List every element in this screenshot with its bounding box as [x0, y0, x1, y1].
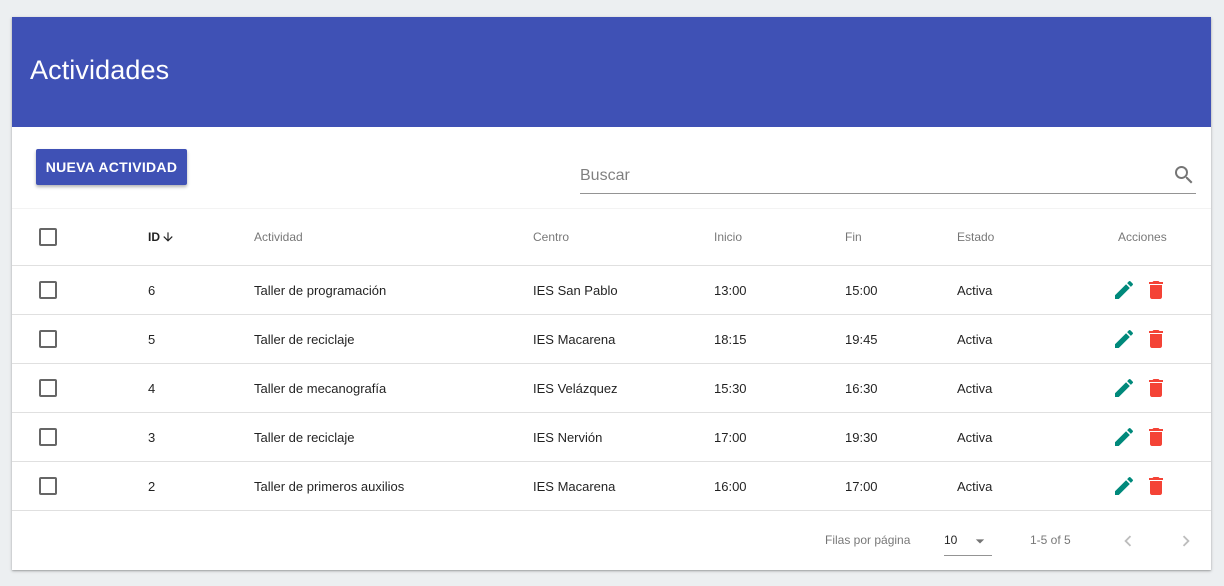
cell-estado: Activa	[957, 331, 993, 347]
caret-down-icon	[975, 539, 985, 544]
pencil-icon[interactable]	[1112, 327, 1136, 351]
cell-id: 3	[148, 429, 156, 445]
cell-actividad: Taller de primeros auxilios	[254, 478, 405, 494]
cell-fin: 19:30	[845, 429, 878, 445]
chevron-left-icon	[1124, 535, 1132, 547]
cell-estado: Activa	[957, 429, 993, 445]
row-actions	[1112, 376, 1168, 400]
table-row: 2 Taller de primeros auxilios IES Macare…	[12, 462, 1211, 511]
cell-fin: 16:30	[845, 380, 878, 396]
column-header-id-label: ID	[148, 230, 160, 244]
trash-icon[interactable]	[1144, 376, 1168, 400]
row-actions	[1112, 327, 1168, 351]
previous-page-button[interactable]	[1114, 527, 1142, 555]
new-activity-button[interactable]: NUEVA ACTIVIDAD	[36, 149, 187, 185]
column-header-acciones: Acciones	[1118, 230, 1167, 244]
cell-inicio: 18:15	[714, 331, 747, 347]
column-header-actividad[interactable]: Actividad	[254, 209, 303, 265]
cell-centro: IES Nervión	[533, 429, 603, 445]
pencil-icon[interactable]	[1112, 425, 1136, 449]
cell-actividad: Taller de reciclaje	[254, 429, 355, 445]
card-header: Actividades	[12, 17, 1211, 127]
rows-per-page-value: 10	[944, 533, 958, 547]
table-row: 6 Taller de programación IES San Pablo 1…	[12, 266, 1211, 315]
row-checkbox[interactable]	[39, 330, 57, 348]
trash-icon[interactable]	[1144, 278, 1168, 302]
cell-inicio: 15:30	[714, 380, 747, 396]
row-actions	[1112, 425, 1168, 449]
table-header: ID Actividad Centro Inicio Fin Estado Ac…	[12, 209, 1211, 266]
cell-actividad: Taller de programación	[254, 282, 387, 298]
cell-actividad: Taller de mecanografía	[254, 380, 387, 396]
column-header-centro[interactable]: Centro	[533, 209, 569, 265]
row-actions	[1112, 474, 1168, 498]
cell-id: 6	[148, 282, 156, 298]
cell-fin: 19:45	[845, 331, 878, 347]
cell-id: 2	[148, 478, 156, 494]
cell-fin: 15:00	[845, 282, 878, 298]
table-row: 4 Taller de mecanografía IES Velázquez 1…	[12, 364, 1211, 413]
chevron-right-icon	[1182, 535, 1190, 547]
cell-centro: IES Velázquez	[533, 380, 618, 396]
rows-per-page-select[interactable]: 10	[944, 527, 992, 556]
cell-fin: 17:00	[845, 478, 878, 494]
cell-estado: Activa	[957, 478, 993, 494]
search-field	[580, 161, 1196, 194]
column-header-estado[interactable]: Estado	[957, 209, 994, 265]
cell-inicio: 13:00	[714, 282, 747, 298]
cell-estado: Activa	[957, 380, 993, 396]
cell-id: 5	[148, 331, 156, 347]
cell-id: 4	[148, 380, 156, 396]
table-pagination: Filas por página 10 1-5 of 5	[12, 511, 1211, 570]
trash-icon[interactable]	[1144, 474, 1168, 498]
cell-centro: IES Macarena	[533, 478, 616, 494]
table-row: 5 Taller de reciclaje IES Macarena 18:15…	[12, 315, 1211, 364]
trash-icon[interactable]	[1144, 425, 1168, 449]
activities-card: Actividades NUEVA ACTIVIDAD ID Actividad…	[12, 17, 1211, 570]
column-header-inicio[interactable]: Inicio	[714, 209, 742, 265]
rows-per-page-label: Filas por página	[825, 533, 911, 547]
page-title: Actividades	[30, 55, 170, 85]
cell-inicio: 17:00	[714, 429, 747, 445]
row-checkbox[interactable]	[39, 428, 57, 446]
cell-inicio: 16:00	[714, 478, 747, 494]
cell-estado: Activa	[957, 282, 993, 298]
cell-centro: IES Macarena	[533, 331, 616, 347]
pencil-icon[interactable]	[1112, 278, 1136, 302]
pencil-icon[interactable]	[1112, 474, 1136, 498]
next-page-button[interactable]	[1172, 527, 1200, 555]
column-header-fin[interactable]: Fin	[845, 209, 862, 265]
cell-centro: IES San Pablo	[533, 282, 618, 298]
search-icon[interactable]	[1172, 163, 1196, 187]
trash-icon[interactable]	[1144, 327, 1168, 351]
column-header-id[interactable]: ID	[148, 209, 175, 265]
select-all-checkbox[interactable]	[39, 228, 57, 246]
pagination-range: 1-5 of 5	[1030, 533, 1071, 547]
search-input[interactable]	[580, 161, 1160, 191]
row-checkbox[interactable]	[39, 281, 57, 299]
row-checkbox[interactable]	[39, 477, 57, 495]
table-row: 3 Taller de reciclaje IES Nervión 17:00 …	[12, 413, 1211, 462]
arrow-down-icon	[163, 232, 173, 242]
row-actions	[1112, 278, 1168, 302]
row-checkbox[interactable]	[39, 379, 57, 397]
pencil-icon[interactable]	[1112, 376, 1136, 400]
cell-actividad: Taller de reciclaje	[254, 331, 355, 347]
